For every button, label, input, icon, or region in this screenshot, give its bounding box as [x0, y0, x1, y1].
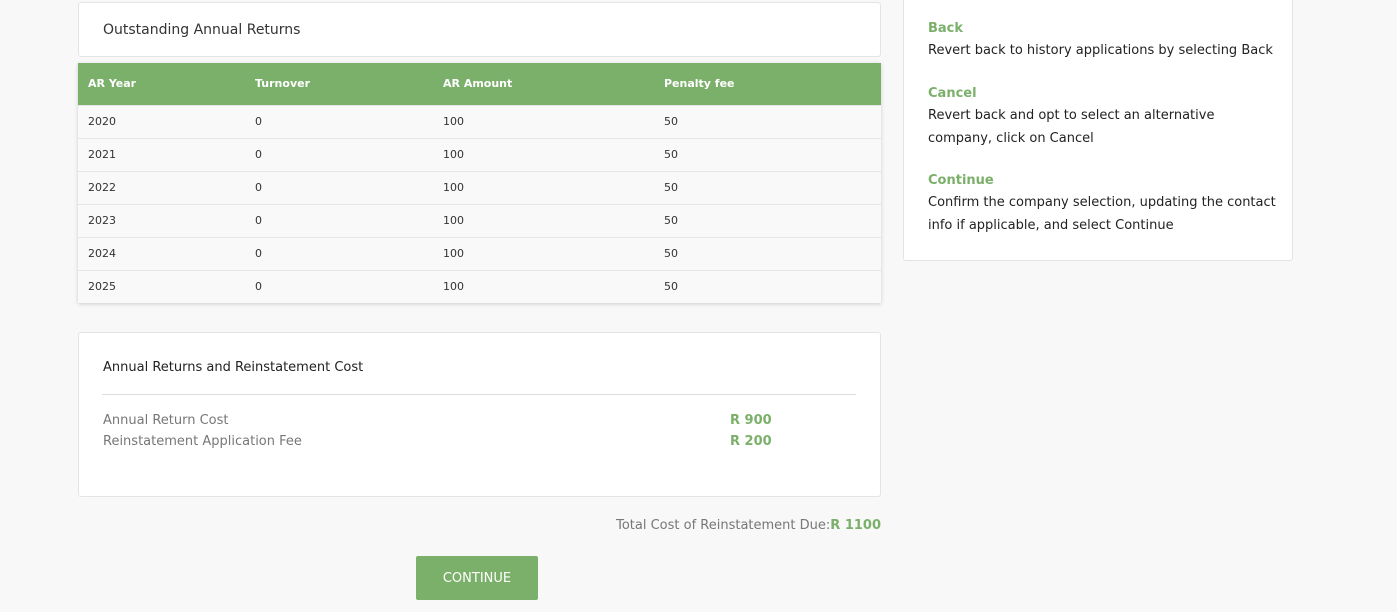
help-description: Revert back and opt to select an alterna… [928, 108, 1215, 146]
cell-penalty-fee: 50 [664, 214, 678, 227]
help-item-continue: Continue Confirm the company selection, … [928, 171, 1278, 237]
cell-ar-amount: 100 [443, 115, 464, 128]
cell-ar-amount: 100 [443, 247, 464, 260]
cell-penalty-fee: 50 [664, 247, 678, 260]
divider [102, 394, 856, 395]
cell-penalty-fee: 50 [664, 148, 678, 161]
cell-ar-amount: 100 [443, 148, 464, 161]
help-title: Cancel [928, 86, 977, 101]
column-header-penalty-fee: Penalty fee [664, 77, 735, 91]
help-description: Confirm the company selection, updating … [928, 195, 1276, 233]
table-row: 2025 0 100 50 [78, 270, 881, 303]
cell-ar-year: 2024 [88, 247, 116, 260]
cell-penalty-fee: 50 [664, 115, 678, 128]
cell-ar-year: 2022 [88, 181, 116, 194]
cell-ar-amount: 100 [443, 181, 464, 194]
column-header-ar-year: AR Year [88, 77, 137, 91]
cell-ar-year: 2025 [88, 280, 116, 294]
page: Outstanding Annual Returns AR Year Turno… [0, 0, 1397, 612]
cell-turnover: 0 [255, 115, 262, 128]
cell-penalty-fee: 50 [664, 280, 678, 294]
help-item-back: Back Revert back to history applications… [928, 19, 1278, 62]
cell-ar-amount: 100 [443, 280, 464, 294]
cell-turnover: 0 [255, 214, 262, 227]
outstanding-returns-table: AR Year Turnover AR Amount Penalty fee 2… [78, 63, 881, 303]
table-row: 2022 0 100 50 [78, 171, 881, 204]
total-cost-label: Total Cost of Reinstatement Due: [616, 518, 831, 533]
cell-ar-year: 2023 [88, 214, 116, 227]
cell-turnover: 0 [255, 148, 262, 161]
help-item-cancel: Cancel Revert back and opt to select an … [928, 84, 1278, 150]
outstanding-returns-title: Outstanding Annual Returns [103, 22, 301, 38]
table-row: 2024 0 100 50 [78, 237, 881, 270]
cell-ar-amount: 100 [443, 214, 464, 227]
cost-label: Annual Return Cost [103, 413, 229, 428]
cell-turnover: 0 [255, 247, 262, 260]
cell-turnover: 0 [255, 280, 262, 294]
cell-ar-year: 2020 [88, 115, 116, 128]
outstanding-returns-header: Outstanding Annual Returns [78, 2, 881, 57]
cell-penalty-fee: 50 [664, 181, 678, 194]
reinstatement-cost-card: Annual Returns and Reinstatement Cost An… [78, 332, 881, 497]
help-title: Back [928, 21, 964, 36]
table-row: 2021 0 100 50 [78, 138, 881, 171]
reinstatement-cost-title: Annual Returns and Reinstatement Cost [103, 360, 364, 375]
cost-row-reinstatement-fee: Reinstatement Application Fee R 200 [103, 434, 803, 452]
cost-row-annual-return: Annual Return Cost R 900 [103, 413, 803, 431]
column-header-ar-amount: AR Amount [443, 77, 513, 91]
help-description: Revert back to history applications by s… [928, 43, 1273, 58]
cost-value: R 900 [730, 413, 772, 428]
cost-label: Reinstatement Application Fee [103, 434, 302, 449]
help-panel: Back Revert back to history applications… [903, 0, 1293, 261]
cost-value: R 200 [730, 434, 772, 449]
continue-button[interactable]: CONTINUE [416, 556, 538, 600]
table-header-row: AR Year Turnover AR Amount Penalty fee [78, 63, 881, 105]
help-title: Continue [928, 173, 994, 188]
table-row: 2023 0 100 50 [78, 204, 881, 237]
cell-ar-year: 2021 [88, 148, 116, 161]
returns-table: AR Year Turnover AR Amount Penalty fee 2… [78, 63, 881, 303]
column-header-turnover: Turnover [255, 77, 310, 91]
total-cost: Total Cost of Reinstatement Due:R 1100 [616, 518, 881, 533]
cell-turnover: 0 [255, 181, 262, 194]
total-cost-value: R 1100 [830, 518, 881, 533]
table-row: 2020 0 100 50 [78, 105, 881, 138]
